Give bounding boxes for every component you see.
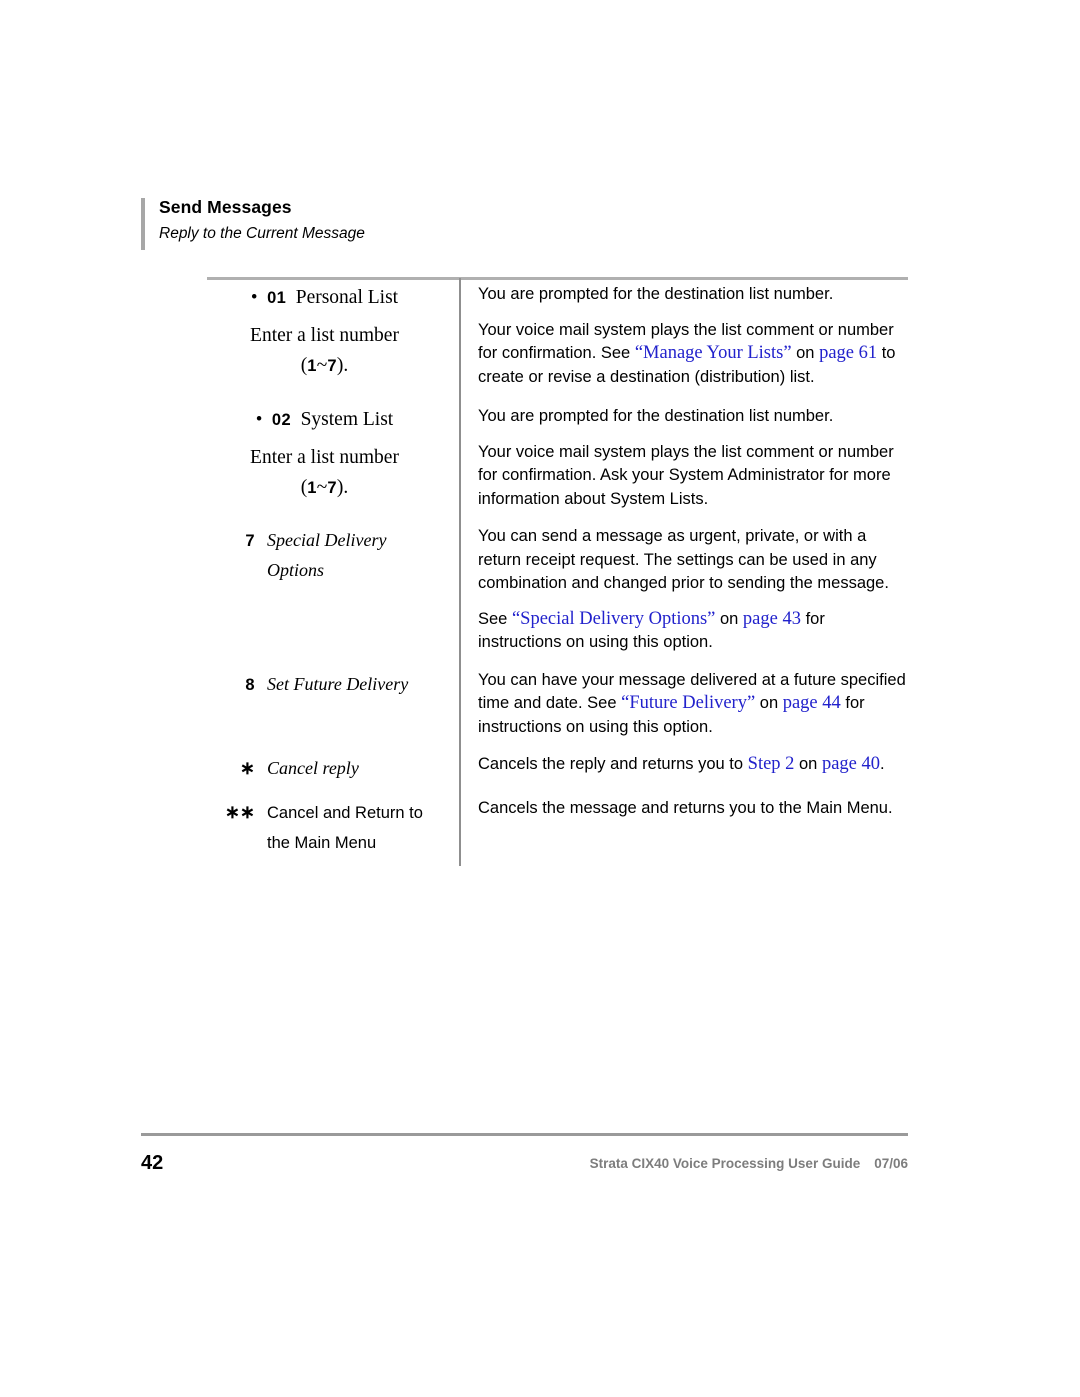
table-row: • 01 Personal List Enter a list number (… [207,283,908,389]
option-digits: 02 [271,411,292,429]
header-text-block: Send Messages Reply to the Current Messa… [159,196,365,245]
page-reference-link[interactable]: page 40 [822,754,880,774]
description-text: on [791,344,820,362]
option-label-block: Cancel and Return to the Main Menu [267,798,442,858]
description-text: Cancels the reply and returns you to [478,755,748,773]
range-high: 7 [327,357,337,375]
range-low: 1 [307,479,317,497]
page-title: Send Messages [159,197,292,217]
options-table: • 01 Personal List Enter a list number (… [207,283,908,858]
cross-reference-link[interactable]: “Manage Your Lists” [635,343,792,363]
row-spacer [207,739,908,753]
option-subtext-line1: Enter a list number [207,443,442,473]
cross-reference-link[interactable]: “Special Delivery Options” [512,609,715,629]
option-label: Cancel and Return to [267,804,423,822]
range-low: 1 [307,357,317,375]
running-header: Send Messages Reply to the Current Messa… [141,196,921,252]
description-paragraph: Cancels the reply and returns you to Ste… [478,753,908,777]
table-row: ∗∗ Cancel and Return to the Main Menu Ca… [207,797,908,858]
step-reference-link[interactable]: Step 2 [748,754,795,774]
option-digits: 01 [267,289,287,307]
option-label: Special Delivery [267,530,387,550]
option-label-cont: Options [267,560,325,580]
option-subtext: Enter a list number [250,447,399,468]
option-key-line: • 01 Personal List [207,283,442,313]
description-paragraph: You are prompted for the destination lis… [478,407,834,425]
range-tilde: ~ [316,477,328,498]
option-subtext-line1: Enter a list number [207,321,442,351]
option-label: Personal List [295,287,399,308]
option-key-line: 8 Set Future Delivery [207,669,442,700]
description-paragraph: You can have your message delivered at a… [478,669,908,740]
option-label-cont: the Main Menu [267,834,377,852]
option-digits: 7 [245,532,255,550]
option-digits: 8 [245,675,255,694]
guide-title: Strata CIX40 Voice Processing User Guide [589,1156,861,1171]
option-subtext-line2: (1~7). [207,351,442,381]
option-label: Set Future Delivery [267,673,409,694]
description-text: on [715,609,743,628]
close-paren: ). [336,477,349,498]
option-key-line: ∗ Cancel reply [207,753,442,783]
option-description-cell: You are prompted for the destination lis… [460,283,908,389]
option-label-block: Special Delivery Options [267,525,442,585]
option-key-line: 7 Special Delivery Options [207,525,442,585]
page-footer: 42 Strata CIX40 Voice Processing User Gu… [141,1152,908,1182]
table-row: 7 Special Delivery Options You can send … [207,525,908,655]
option-description-cell: Cancels the message and returns you to t… [460,797,908,821]
description-text: . [880,755,885,773]
bullet-icon: • [250,287,258,308]
option-description-cell: You can have your message delivered at a… [460,669,908,740]
description-paragraph: See “Special Delivery Options” on page 4… [478,608,908,655]
option-key-line: ∗∗ Cancel and Return to the Main Menu [207,797,442,858]
option-description-cell: You can send a message as urgent, privat… [460,525,908,655]
cross-reference-link[interactable]: “Future Delivery” [621,693,755,713]
range-high: 7 [327,479,337,497]
page-number: 42 [141,1152,164,1174]
page-reference-link[interactable]: page 44 [783,693,841,713]
page-subtitle: Reply to the Current Message [159,225,365,242]
option-key-cell: • 02 System List Enter a list number (1~… [207,405,460,503]
option-key-cell: 8 Set Future Delivery [207,669,460,700]
option-subtext: Enter a list number [250,325,399,346]
range-tilde: ~ [316,355,328,376]
content-top-rule [207,277,908,280]
option-key-cell: 7 Special Delivery Options [207,525,460,585]
option-description-cell: You are prompted for the destination lis… [460,405,908,511]
page-reference-link[interactable]: page 43 [743,609,801,629]
option-subtext-line2: (1~7). [207,473,442,503]
description-text: on [755,694,783,712]
description-paragraph: You are prompted for the destination lis… [478,285,834,303]
close-paren: ). [336,355,349,376]
option-key-line: • 02 System List [207,405,442,435]
option-key-cell: ∗∗ Cancel and Return to the Main Menu [207,797,460,858]
table-row: • 02 System List Enter a list number (1~… [207,405,908,511]
description-paragraph: Your voice mail system plays the list co… [478,319,908,390]
row-spacer [207,389,908,405]
option-description-cell: Cancels the reply and returns you to Ste… [460,753,908,777]
footer-rule [141,1133,908,1136]
description-paragraph: Your voice mail system plays the list co… [478,442,894,508]
description-text: on [794,755,822,773]
description-paragraph: Cancels the message and returns you to t… [478,799,893,817]
guide-date: 07/06 [874,1156,908,1171]
description-paragraph: You can send a message as urgent, privat… [478,527,889,592]
option-key-cell: ∗ Cancel reply [207,753,460,783]
option-label: Cancel reply [267,758,359,778]
option-key-cell: • 01 Personal List Enter a list number (… [207,283,460,381]
table-row: ∗ Cancel reply Cancels the reply and ret… [207,753,908,783]
row-spacer [207,655,908,669]
header-accent-bar [141,198,145,250]
page-reference-link[interactable]: page 61 [819,343,877,363]
table-row: 8 Set Future Delivery You can have your … [207,669,908,740]
description-text: See [478,609,512,628]
footer-meta: Strata CIX40 Voice Processing User Guide… [590,1156,908,1171]
option-label: System List [300,409,394,430]
double-asterisk-icon: ∗∗ [224,802,255,822]
asterisk-icon: ∗ [239,758,255,778]
row-spacer [207,511,908,525]
row-spacer [207,783,908,797]
